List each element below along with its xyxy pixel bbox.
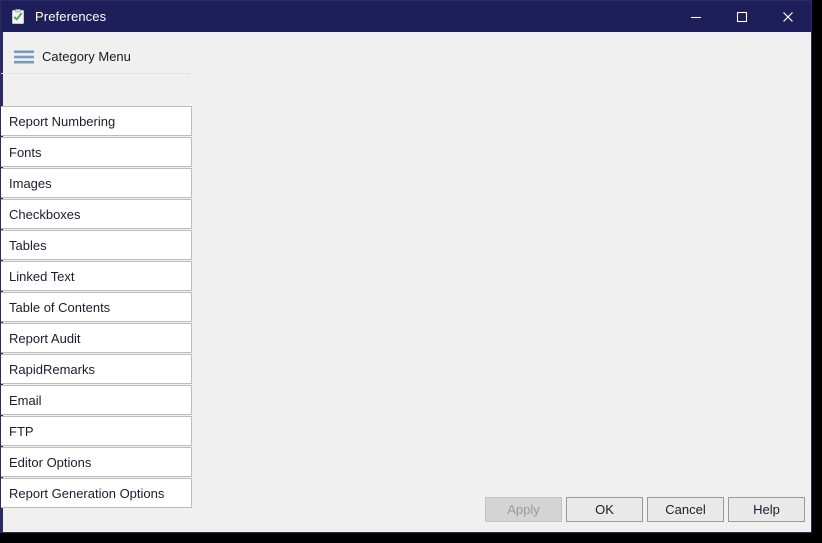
category-item-label: Email [9, 392, 42, 408]
help-button[interactable]: Help [728, 497, 805, 522]
category-item-label: FTP [9, 423, 34, 439]
minimize-icon [691, 16, 701, 18]
category-menu-header[interactable]: Category Menu [1, 40, 191, 74]
category-item[interactable]: Report Audit [1, 323, 192, 353]
cancel-button[interactable]: Cancel [647, 497, 724, 522]
minimize-button[interactable] [673, 1, 719, 32]
hamburger-menu-icon[interactable] [14, 50, 34, 64]
window-title: Preferences [35, 9, 107, 24]
clipboard-check-icon [12, 8, 24, 24]
category-item[interactable]: Checkboxes [1, 199, 192, 229]
category-item-label: Table of Contents [9, 299, 111, 315]
category-item-label: Linked Text [9, 268, 75, 284]
category-item[interactable]: FTP [1, 416, 192, 446]
category-item-label: RapidRemarks [9, 361, 95, 377]
dialog-footer: Apply OK Cancel Help [485, 497, 805, 522]
apply-button: Apply [485, 497, 562, 522]
category-item-label: Images [9, 175, 52, 191]
category-item-label: Tables [9, 237, 47, 253]
category-item[interactable]: RapidRemarks [1, 354, 192, 384]
close-button[interactable] [765, 1, 811, 32]
category-item-label: Report Audit [9, 330, 81, 346]
title-bar: Preferences [1, 1, 811, 32]
maximize-button[interactable] [719, 1, 765, 32]
category-item-label: Checkboxes [9, 206, 81, 222]
category-item[interactable]: Report Numbering [1, 106, 192, 136]
dialog-body: Category Menu Report Numbering Fonts Image… [1, 32, 811, 532]
ok-button[interactable]: OK [566, 497, 643, 522]
maximize-icon [736, 11, 748, 22]
category-item[interactable]: Linked Text [1, 261, 192, 291]
category-item-label: Editor Options [9, 454, 92, 470]
category-item-label: Fonts [9, 144, 42, 160]
category-item[interactable]: Fonts [1, 137, 192, 167]
close-icon [783, 11, 793, 22]
category-item[interactable]: Report Generation Options [1, 478, 192, 508]
category-item[interactable]: Images [1, 168, 192, 198]
category-item-label: Report Numbering [9, 113, 116, 129]
category-item[interactable]: Email [1, 385, 192, 415]
category-item[interactable]: Table of Contents [1, 292, 192, 322]
category-list: Report Numbering Fonts Images Checkboxes Tab… [1, 106, 192, 509]
category-item[interactable]: Editor Options [1, 447, 192, 477]
category-menu-label: Category Menu [42, 49, 131, 64]
window-controls [673, 1, 811, 32]
category-item-label: Report Generation Options [9, 485, 165, 501]
category-item[interactable]: Tables [1, 230, 192, 260]
preferences-window: Preferences Category Menu Report Numberi… [0, 0, 812, 533]
